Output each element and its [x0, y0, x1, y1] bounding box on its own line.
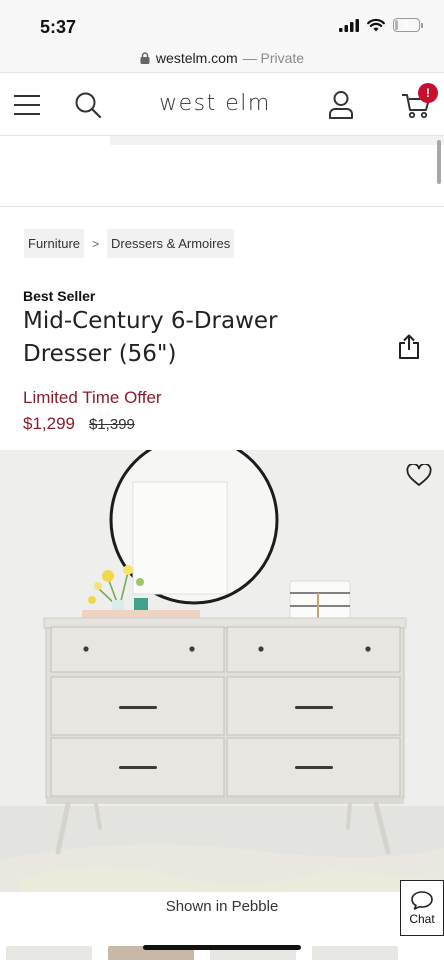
status-icons: 7	[339, 18, 423, 32]
cellular-signal-icon	[339, 18, 359, 32]
breadcrumb-separator: >	[92, 236, 100, 251]
home-indicator	[143, 945, 301, 950]
chat-bubble-icon	[411, 891, 433, 910]
status-time: 5:37	[40, 17, 77, 37]
breadcrumb-dressers-armoires[interactable]: Dressers & Armoires	[107, 229, 235, 258]
account-button[interactable]	[321, 85, 361, 125]
search-icon	[75, 92, 102, 119]
product-image[interactable]	[0, 450, 444, 892]
image-caption: Shown in Pebble	[165, 898, 279, 915]
battery-percent: 7	[403, 19, 410, 31]
browser-url-bar[interactable]: westelm.com — Private	[0, 44, 444, 72]
heart-icon	[406, 463, 432, 486]
status-bar: 5:37 7	[0, 0, 444, 44]
wifi-icon	[367, 18, 385, 32]
battery-icon: 7	[393, 18, 423, 32]
original-price: $1,399	[89, 416, 135, 433]
breadcrumb-furniture[interactable]: Furniture	[24, 229, 85, 258]
favorite-button[interactable]	[404, 460, 434, 490]
product-title: Mid-Century 6-Drawer Dresser (56")	[23, 308, 278, 367]
share-button[interactable]	[394, 332, 424, 362]
site-header: west elm !	[0, 72, 444, 136]
best-seller-badge: Best Seller	[23, 288, 96, 304]
chat-label: Chat	[409, 912, 435, 926]
price-row: $1,299 $1,399	[23, 414, 135, 434]
dresser-photo	[0, 450, 444, 892]
private-label: — Private	[242, 50, 305, 66]
menu-button[interactable]	[7, 85, 47, 125]
sale-price: $1,299	[23, 414, 75, 433]
scrollbar-thumb[interactable]	[437, 140, 441, 184]
breadcrumb: Furniture > Dressers & Armoires	[24, 229, 235, 258]
cart-badge: !	[418, 83, 438, 103]
site-logo[interactable]: west elm	[150, 91, 280, 116]
battery-level	[395, 20, 398, 30]
lock-icon	[140, 52, 150, 64]
hamburger-menu-icon	[14, 95, 40, 115]
share-icon	[399, 334, 419, 359]
section-divider	[0, 206, 444, 207]
url-domain: westelm.com	[155, 50, 238, 66]
cart-button[interactable]: !	[396, 83, 438, 125]
chat-button[interactable]: Chat	[400, 880, 444, 936]
promo-strip	[110, 136, 444, 145]
thumbnail[interactable]	[312, 946, 398, 960]
thumbnail[interactable]	[6, 946, 92, 960]
user-icon	[329, 91, 353, 119]
limited-offer-label: Limited Time Offer	[23, 388, 162, 407]
search-button[interactable]	[68, 85, 108, 125]
